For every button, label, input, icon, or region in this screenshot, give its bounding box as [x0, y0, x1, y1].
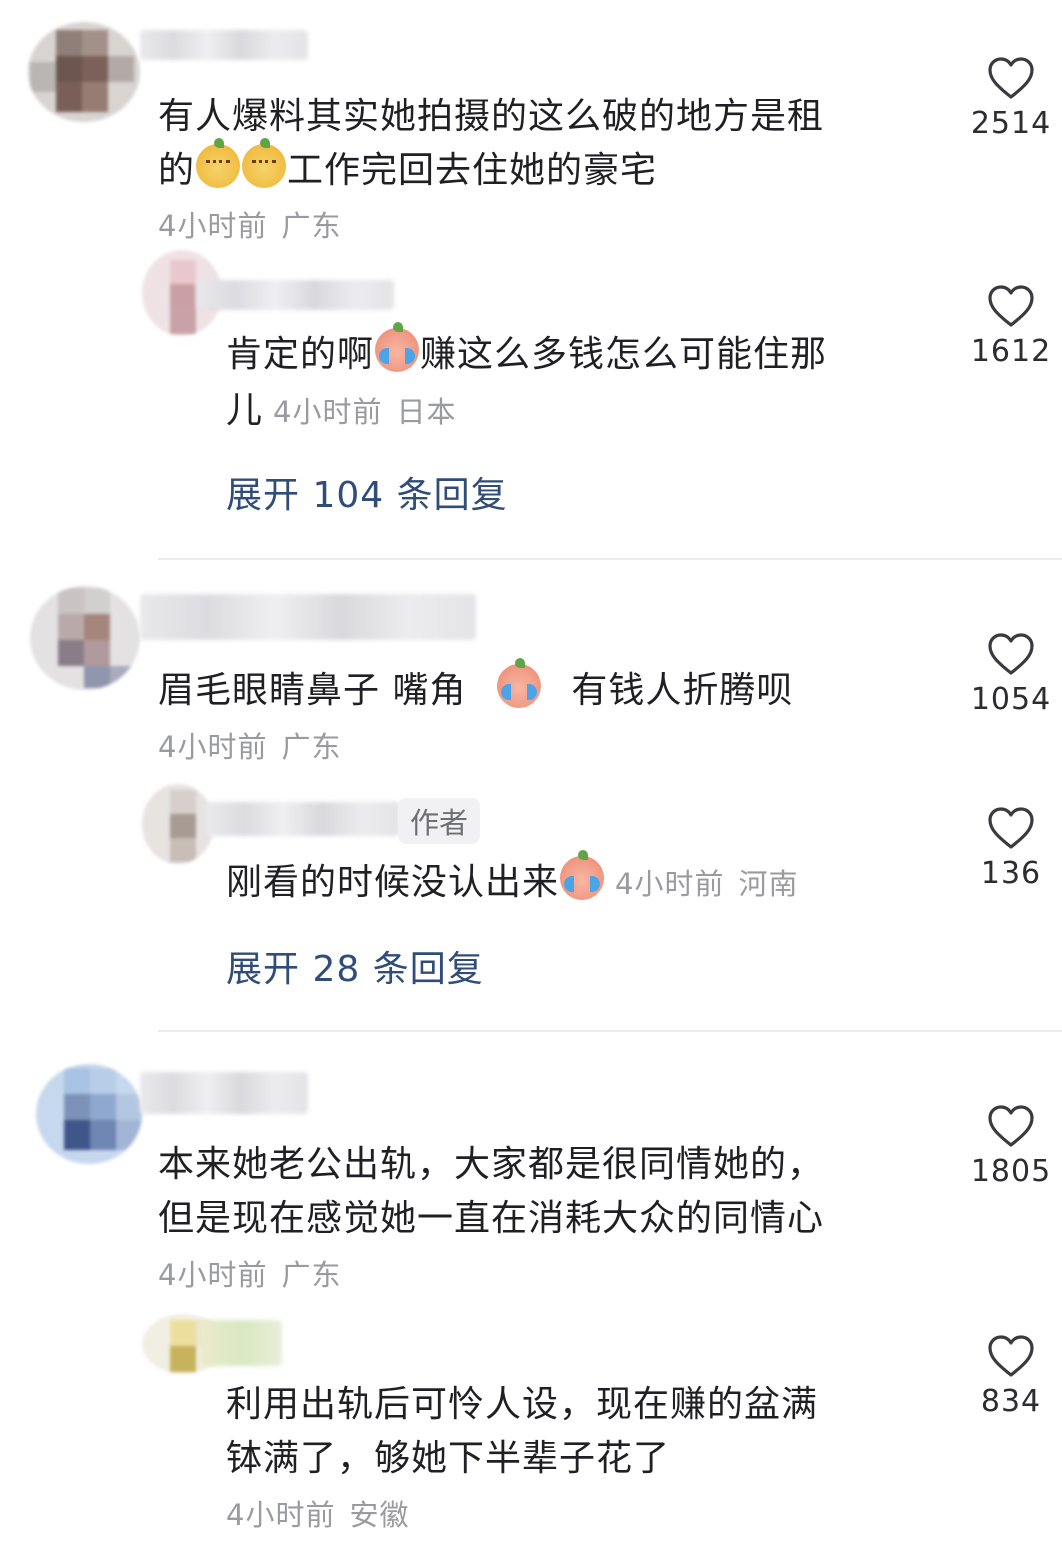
reply-time: 4小时前	[615, 867, 725, 901]
like-count: 1054	[970, 682, 1052, 717]
reply-text-body: 刚看的时候没认出来	[226, 862, 560, 903]
like-button[interactable]: 1805	[966, 1104, 1056, 1189]
reply-text: 肯定的啊 赚这么多钱怎么可能住那	[226, 322, 828, 382]
reply-text-line2: 儿 4小时前 日本	[226, 384, 456, 439]
comment-meta: 4小时前 广东	[158, 724, 341, 766]
reply-location: 日本	[396, 395, 457, 429]
reply-meta: 4小时前 安徽	[226, 1492, 409, 1534]
comment-text-prefix: 的	[158, 150, 196, 191]
comment-text: 本来她老公出轨，大家都是很同情她的，	[158, 1144, 825, 1185]
like-button[interactable]: 2514	[966, 56, 1056, 141]
reply-username[interactable]	[200, 1320, 282, 1366]
like-count: 2514	[970, 106, 1052, 141]
comment-meta: 4小时前 广东	[158, 1252, 341, 1294]
comment-text-line2: 的 工作完回去住她的豪宅	[158, 138, 658, 198]
reply-location: 河南	[738, 867, 799, 901]
reply-time: 4小时前	[273, 395, 383, 429]
comment-location: 广东	[281, 209, 342, 243]
comment-time: 4小时前	[158, 730, 268, 764]
comment-meta: 4小时前 广东	[158, 203, 341, 245]
comment-text-line2: 但是现在感觉她一直在消耗大众的同情心	[158, 1198, 825, 1239]
comment-text: 有人爆料其实她拍摄的这么破的地方是租	[158, 96, 825, 137]
like-count: 1805	[970, 1154, 1052, 1189]
reply-username[interactable]	[196, 280, 394, 310]
like-button[interactable]: 1612	[966, 284, 1056, 369]
avatar[interactable]	[30, 586, 140, 690]
reply-time: 4小时前	[226, 1498, 336, 1532]
author-tag: 作者	[398, 798, 481, 844]
divider	[158, 558, 1062, 560]
reply-text: 利用出轨后可怜人设，现在赚的盆满	[226, 1384, 819, 1425]
reply-text-end: 儿	[226, 390, 264, 431]
comment-location: 广东	[281, 1258, 342, 1292]
like-button[interactable]: 834	[966, 1334, 1056, 1419]
expand-replies-button[interactable]: 展开 104 条回复	[226, 466, 508, 518]
comment-time: 4小时前	[158, 1258, 268, 1292]
reply-text-part1: 肯定的啊	[226, 334, 375, 375]
comment-text: 眉毛眼睛鼻子 嘴角 有钱人折腾呗	[158, 658, 794, 718]
reply-location: 安徽	[349, 1498, 410, 1532]
heart-icon	[988, 633, 1034, 675]
expand-replies-button[interactable]: 展开 28 条回复	[226, 940, 484, 992]
like-count: 834	[980, 1384, 1042, 1419]
reply-avatar[interactable]	[142, 784, 214, 864]
face-emoji-icon	[242, 138, 287, 188]
heart-icon	[988, 1335, 1034, 1377]
comment-location: 广东	[281, 730, 342, 764]
face-emoji-icon	[196, 138, 241, 188]
like-count: 136	[980, 856, 1042, 891]
reply-username[interactable]	[206, 802, 400, 836]
username[interactable]	[140, 594, 476, 640]
heart-icon	[988, 807, 1034, 849]
heart-icon	[988, 57, 1034, 99]
avatar[interactable]	[36, 1064, 142, 1164]
avatar[interactable]	[28, 22, 140, 122]
reply-text-part2: 赚这么多钱怎么可能住那	[420, 334, 828, 375]
like-count: 1612	[970, 334, 1052, 369]
comment-text-part2: 有钱人折腾呗	[571, 670, 794, 711]
reply-text-line2: 钵满了，够她下半辈子花了	[226, 1438, 671, 1479]
comment-time: 4小时前	[158, 209, 268, 243]
reply-text: 刚看的时候没认出来 4小时前 河南	[226, 850, 799, 911]
heart-icon	[988, 285, 1034, 327]
crying-emoji-icon	[496, 658, 541, 708]
like-button[interactable]: 1054	[966, 632, 1056, 717]
comment-text-rest: 工作完回去住她的豪宅	[287, 150, 658, 191]
username[interactable]	[140, 30, 308, 60]
crying-emoji-icon	[375, 322, 420, 372]
heart-icon	[988, 1105, 1034, 1147]
crying-emoji-icon	[560, 850, 605, 900]
divider	[158, 1030, 1062, 1032]
like-button[interactable]: 136	[966, 806, 1056, 891]
comment-text-part1: 眉毛眼睛鼻子 嘴角	[158, 670, 467, 711]
username[interactable]	[140, 1072, 308, 1114]
